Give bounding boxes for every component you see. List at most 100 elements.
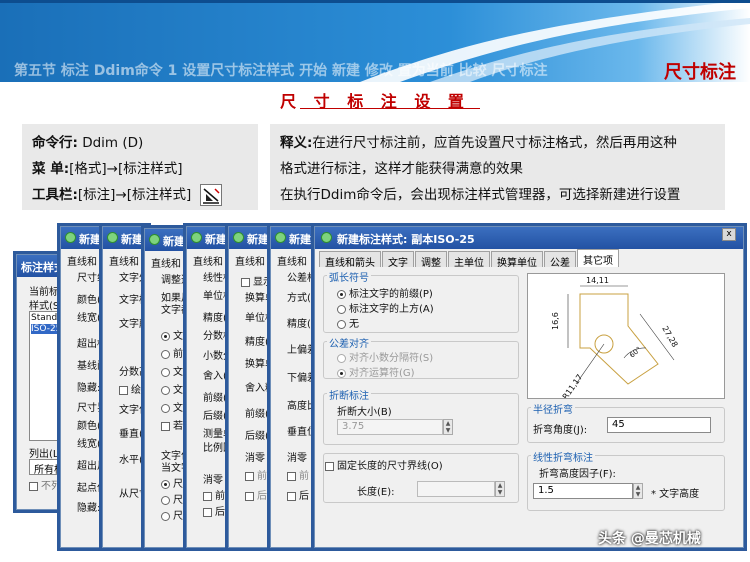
menu-label: 菜 单: <box>32 161 70 177</box>
bg-radio[interactable]: 文 <box>161 363 183 378</box>
jog-factor-spinner[interactable]: ▲ ▼ <box>633 483 643 499</box>
tab-other[interactable]: 其它项 <box>577 249 619 267</box>
jog-angle-input[interactable]: 45 <box>607 417 711 433</box>
preview-dim-2: 16,6 <box>551 312 560 330</box>
bg-row: 消零 <box>203 475 223 486</box>
dialog-titlebar: 新建标注样式: 副本ISO-25 <box>315 227 743 249</box>
bg-row: 方式( <box>287 293 311 304</box>
length-spinner[interactable]: ▲ ▼ <box>495 481 505 497</box>
explanation-line-3: 在执行Ddim命令后，会出现标注样式管理器，可选择新建进行设置 <box>280 187 681 203</box>
style-item-standard[interactable]: Standa <box>31 313 63 323</box>
current-style-label: 当前标 <box>29 287 59 298</box>
bg-check[interactable]: 若 <box>161 417 183 432</box>
bg-check[interactable]: 显示 <box>241 273 273 288</box>
preview-dim-1: 14,11 <box>586 276 609 285</box>
radius-jog-title: 半径折弯 <box>531 401 575 416</box>
preview-angle: 60° <box>628 345 643 359</box>
bg-radio[interactable]: 文 <box>161 381 183 396</box>
jog-factor-unit: * 文字高度 <box>651 489 700 500</box>
list-label: 列出(L <box>29 449 59 460</box>
toolbar-value: [标注]→[标注样式] <box>77 187 192 203</box>
break-size-input[interactable]: 3.75 <box>337 419 443 435</box>
bg-radio[interactable]: 文 <box>161 399 183 414</box>
bg-row: 精度( <box>245 337 269 348</box>
header-ghost-text: 第五节 标注 Ddim命令 1 设置尺寸标注样式 开始 新建 修改 置为当前 比… <box>14 63 548 79</box>
bg-dialog-title: 新建 <box>145 229 189 251</box>
linear-jog-title: 线性折弯标注 <box>531 449 595 464</box>
explanation-text-1: 在进行尺寸标注前，应首先设置尺寸标注格式，然后再用这种 <box>312 135 677 151</box>
command-info-panel: 命令行: Ddim (D) 菜 单:[格式]→[标注样式] 工具栏:[标注]→[… <box>22 124 258 210</box>
bg-row: 后缀( <box>203 411 227 422</box>
bg-row: 垂直( <box>119 429 143 440</box>
bg-dialog-title: 新建 <box>103 227 147 249</box>
bg-dialog-title: 新建 <box>61 227 105 249</box>
tab-alternate-units[interactable]: 换算单位 <box>491 251 543 269</box>
bg-row: 隐藏: <box>77 503 101 514</box>
dim-break-title: 折断标注 <box>327 387 371 402</box>
bg-row: 精度( <box>287 319 311 330</box>
no-list-checkbox[interactable]: 不列 <box>29 477 61 492</box>
fixed-ext-checkbox[interactable]: 固定长度的尺寸界线(O) <box>325 457 443 472</box>
bg-tab[interactable]: 直线和 <box>151 255 181 270</box>
arc-above-radio[interactable]: 标注文字的上方(A) <box>337 300 434 315</box>
arc-length-title: 弧长符号 <box>327 269 371 284</box>
bg-row: 颜色( <box>77 421 101 432</box>
align-decimal-radio[interactable]: 对齐小数分隔符(S) <box>337 349 433 364</box>
section-title: 尺寸标注 <box>664 62 736 82</box>
bg-check[interactable]: 前 <box>287 467 309 482</box>
watermark: 头条 @曼芯机械 <box>598 531 701 547</box>
preview-drawing: 14,11 16,6 27,28 60° R11,17 <box>551 276 680 401</box>
bg-check[interactable]: 后 <box>203 503 225 518</box>
bg-dialog-lines: 新建 直线和 尺寸线 颜色( 线宽( 超出标 基线间 隐藏: 尺寸界 颜色( 线… <box>60 226 107 548</box>
dimension-preview: 14,11 16,6 27,28 60° R11,17 <box>527 273 725 401</box>
bg-check[interactable]: 后 <box>287 487 309 502</box>
tab-primary-units[interactable]: 主单位 <box>448 251 490 269</box>
tab-tolerances[interactable]: 公差 <box>544 251 576 269</box>
command-value: Ddim (D) <box>82 135 144 151</box>
dimension-style-icon[interactable] <box>199 184 222 206</box>
bg-check[interactable]: 前 <box>203 487 225 502</box>
bg-dialog-title: 新建 <box>187 227 231 249</box>
bg-check[interactable]: 后 <box>245 487 267 502</box>
close-icon[interactable]: x <box>722 228 736 241</box>
bg-tab[interactable]: 直线和 <box>193 253 223 268</box>
bg-row: 线宽( <box>77 313 101 324</box>
bg-tab[interactable]: 直线和 <box>67 253 97 268</box>
length-input[interactable] <box>417 481 495 497</box>
align-operator-radio[interactable]: 对齐运算符(G) <box>337 364 415 379</box>
explanation-line-2: 格式进行标注，这样才能获得满意的效果 <box>280 161 523 177</box>
bg-row: 颜色( <box>77 295 101 306</box>
break-size-label: 折断大小(B) <box>337 407 392 418</box>
jog-factor-input[interactable]: 1.5 <box>533 483 633 499</box>
bg-radio[interactable]: 文 <box>161 327 183 342</box>
bg-tab[interactable]: 直线和 <box>109 253 139 268</box>
bg-radio[interactable]: 尺 <box>161 475 183 490</box>
bg-tab[interactable]: 直线和 <box>235 253 265 268</box>
arc-prefix-radio[interactable]: 标注文字的前缀(P) <box>337 285 433 300</box>
bg-row: 水平( <box>119 455 143 466</box>
break-size-spinner[interactable]: ▲ ▼ <box>443 419 453 435</box>
bg-tab[interactable]: 直线和 <box>277 253 307 268</box>
bg-dialog-title: 新建 <box>229 227 273 249</box>
styles-label: 样式(S <box>29 301 60 312</box>
length-label: 长度(E): <box>357 487 395 498</box>
toolbar-row: 工具栏:[标注]→[标注样式] <box>32 182 248 208</box>
preview-radius: R11,17 <box>561 373 585 398</box>
bg-row: 高度比 <box>287 401 317 412</box>
bg-check[interactable]: 前 <box>245 467 267 482</box>
bg-row: 垂直位 <box>287 427 317 438</box>
bg-row: 绘 <box>119 381 141 396</box>
bg-radio[interactable]: 尺 <box>161 491 183 506</box>
bg-dialog-tolerances: 新建 直线和 公差格 方式( 精度( 上偏差 下偏差 高度比 垂直位 消零 前 … <box>270 226 317 548</box>
bg-row: 精度( <box>203 313 227 324</box>
tab-text[interactable]: 文字 <box>382 251 414 269</box>
bg-radio[interactable]: 尺 <box>161 507 183 522</box>
menu-value: [格式]→[标注样式] <box>69 161 183 177</box>
bg-radio[interactable]: 前 <box>161 345 183 360</box>
dialog-tabs: 直线和箭头 文字 调整 主单位 换算单位 公差 其它项 <box>319 249 620 269</box>
bg-row: 后缀( <box>245 431 269 442</box>
tab-lines-arrows[interactable]: 直线和箭头 <box>319 251 381 269</box>
bg-row: 前缀( <box>245 409 269 420</box>
arc-none-radio[interactable]: 无 <box>337 315 359 330</box>
tab-fit[interactable]: 调整 <box>415 251 447 269</box>
